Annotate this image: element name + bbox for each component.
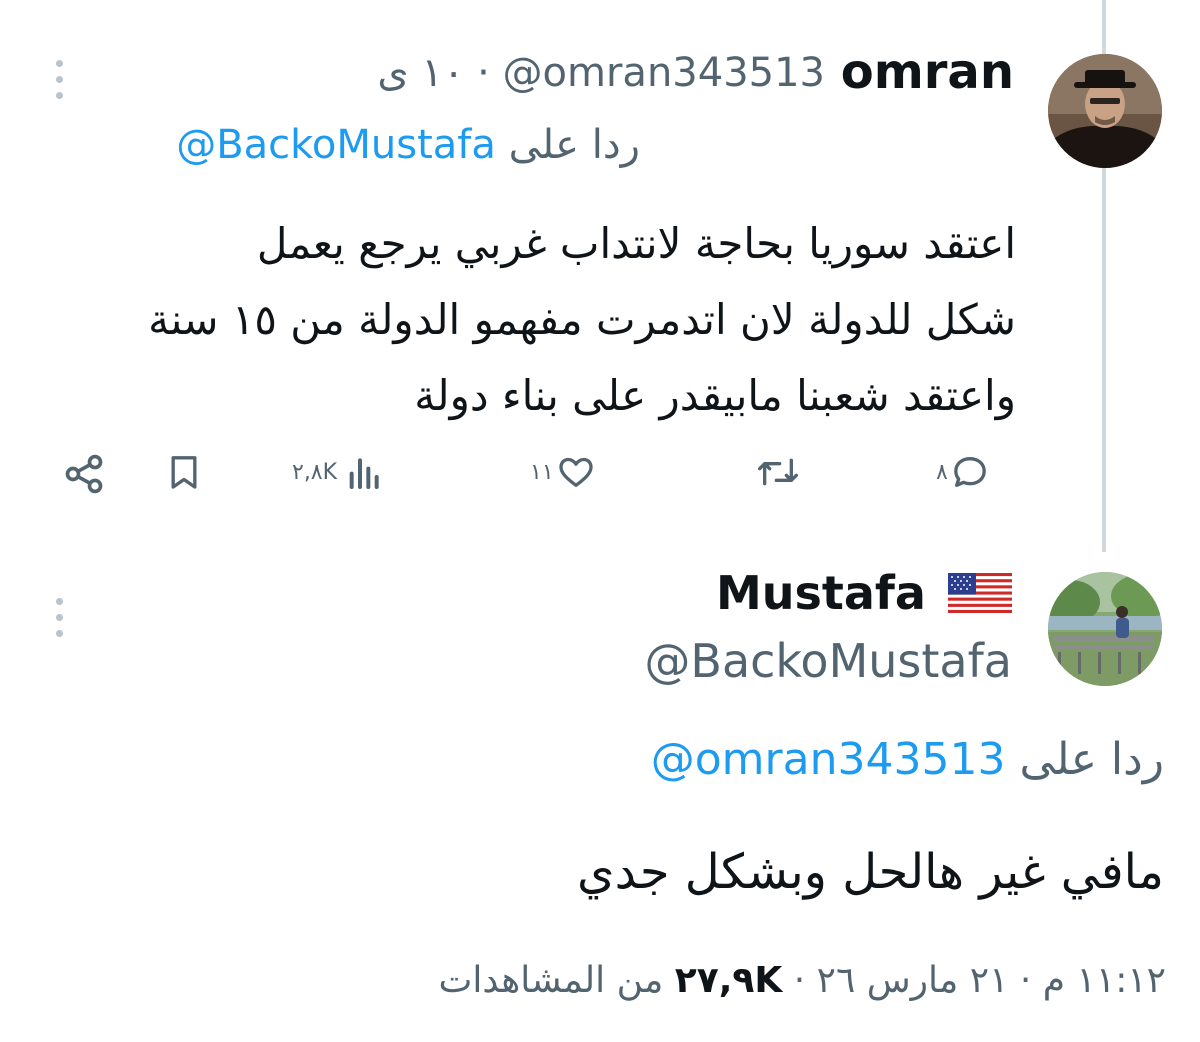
display-name[interactable]: omran xyxy=(841,44,1014,100)
display-name[interactable]: Mustafa xyxy=(716,566,1012,620)
reply-count: ٨ xyxy=(936,459,948,485)
like-button[interactable]: ١١ xyxy=(530,452,596,492)
time-ago[interactable]: ١٠ ى xyxy=(377,50,464,96)
display-name-text[interactable]: Mustafa xyxy=(716,566,926,620)
replying-prefix: ردا على xyxy=(508,122,640,168)
views-button[interactable]: ٢,٨K xyxy=(292,452,385,492)
tweet-metadata: ١١:١٢ م · ٢١ مارس ٢٦ · ٢٧,٩K من المشاهدا… xyxy=(439,960,1166,1001)
tweet-text-line: شكل للدولة لان اتدمرت مفهمو الدولة من ١٥… xyxy=(148,295,1016,344)
replying-handle-link[interactable]: @omran343513 xyxy=(651,734,1006,785)
share-icon xyxy=(65,454,103,494)
replying-to: ردا على @BackoMustafa xyxy=(176,122,640,168)
omran-avatar[interactable] xyxy=(1048,54,1162,168)
views-total[interactable]: ٢٧,٩K xyxy=(675,960,783,1001)
reply-icon xyxy=(953,457,986,487)
tweet-text: مافي غير هالحل وبشكل جدي xyxy=(577,844,1164,900)
handle[interactable]: @omran343513 xyxy=(503,50,825,96)
views-count: ٢,٨K xyxy=(292,459,338,485)
share-button[interactable] xyxy=(62,452,106,496)
replying-to: ردا على @omran343513 xyxy=(651,734,1164,785)
mustafa-avatar[interactable] xyxy=(1048,572,1162,686)
handle[interactable]: @BackoMustafa xyxy=(644,634,1012,688)
bookmark-icon xyxy=(171,456,197,489)
views-icon xyxy=(349,458,379,489)
replying-prefix: ردا على xyxy=(1019,734,1164,785)
more-options-icon[interactable] xyxy=(56,598,63,646)
separator: · xyxy=(793,960,806,1001)
us-flag-icon xyxy=(948,573,1012,613)
retweet-button[interactable] xyxy=(756,452,800,492)
views-label: من المشاهدات xyxy=(438,960,664,1001)
replying-handle-link[interactable]: @BackoMustafa xyxy=(176,122,496,168)
handle-and-time[interactable]: ١٠ ى · @omran343513 xyxy=(377,50,825,96)
tweet-text-line: واعتقد شعبنا مابيقدر على بناء دولة xyxy=(414,371,1016,420)
like-icon xyxy=(558,457,593,487)
tweet-text-line: اعتقد سوريا بحاجة لانتداب غربي يرجع يعمل xyxy=(256,219,1016,268)
retweet-icon xyxy=(758,458,798,486)
bookmark-button[interactable] xyxy=(164,452,204,492)
reply-button[interactable]: ٨ xyxy=(936,452,990,492)
separator: · xyxy=(1019,960,1032,1001)
tweet-text: اعتقد سوريا بحاجة لانتداب غربي يرجع يعمل… xyxy=(148,206,1016,434)
separator: · xyxy=(477,50,490,96)
more-options-icon[interactable] xyxy=(56,60,63,108)
tweet-date[interactable]: ٢١ مارس ٢٦ xyxy=(817,960,1009,1001)
tweet-time[interactable]: ١١:١٢ م xyxy=(1043,960,1166,1001)
like-count: ١١ xyxy=(530,459,554,485)
